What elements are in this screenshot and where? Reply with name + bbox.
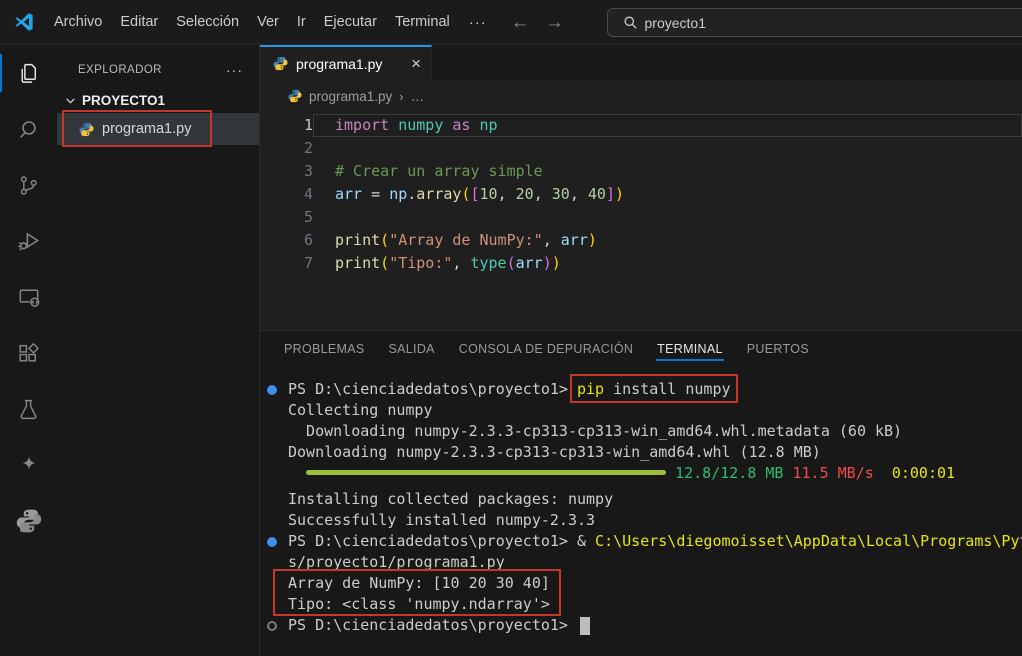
extensions-icon[interactable] xyxy=(0,325,57,381)
python-file-icon xyxy=(288,89,302,103)
code-line-5[interactable]: 5 xyxy=(260,206,1022,229)
vscode-logo-icon xyxy=(13,11,35,33)
code-line-text: print("Array de NumPy:", arr) xyxy=(313,229,1022,252)
panel-tab-consola-de-depuraci-n[interactable]: CONSOLA DE DEPURACIÓN xyxy=(447,331,645,367)
line-number: 7 xyxy=(260,252,313,275)
sidebar-more-button[interactable]: ··· xyxy=(226,62,243,78)
terminal-line: 12.8/12.8 MB 11.5 MB/s 0:00:01 xyxy=(266,463,1022,484)
code-line-2[interactable]: 2 xyxy=(260,137,1022,160)
terminal-line: Successfully installed numpy-2.3.3 xyxy=(266,510,1022,531)
menu-ver[interactable]: Ver xyxy=(248,14,288,30)
menu-ejecutar[interactable]: Ejecutar xyxy=(315,14,386,30)
sidebar-title: EXPLORADOR xyxy=(78,64,162,76)
panel-tab-puertos[interactable]: PUERTOS xyxy=(735,331,821,367)
folder-proyecto1[interactable]: PROYECTO1 xyxy=(57,87,259,113)
tab-label: programa1.py xyxy=(296,56,382,72)
sidebar-header: EXPLORADOR ··· xyxy=(57,45,259,87)
command-center-search[interactable]: proyecto1 xyxy=(607,8,1022,37)
breadcrumb[interactable]: programa1.py › … xyxy=(260,81,1022,111)
code-line-7[interactable]: 7print("Tipo:", type(arr)) xyxy=(260,252,1022,275)
line-number: 5 xyxy=(260,206,313,229)
terminal-line: Tipo: <class 'numpy.ndarray'> xyxy=(266,594,1022,615)
terminal-cursor xyxy=(580,617,590,635)
terminal-line: Collecting numpy xyxy=(266,400,1022,421)
search-project-label: proyecto1 xyxy=(645,15,706,31)
terminal-line: PS D:\cienciadedatos\proyecto1> & C:\Use… xyxy=(266,531,1022,552)
line-number: 4 xyxy=(260,183,313,206)
vscode-window: ArchivoEditarSelecciónVerIrEjecutarTermi… xyxy=(0,0,1022,656)
tab-bar: programa1.py × xyxy=(260,45,1022,81)
command-decoration-dot xyxy=(267,537,277,547)
menu-ir[interactable]: Ir xyxy=(288,14,315,30)
copilot-sparkle-icon[interactable] xyxy=(0,437,57,493)
history-nav: ← → xyxy=(511,13,564,32)
menu-more-button[interactable]: ··· xyxy=(459,14,497,31)
editor-group: programa1.py × programa1.py › … 1import … xyxy=(260,45,1022,656)
terminal[interactable]: PS D:\cienciadedatos\proyecto1> pip inst… xyxy=(260,367,1022,656)
menu-archivo[interactable]: Archivo xyxy=(45,14,111,30)
terminal-line: Downloading numpy-2.3.3-cp313-cp313-win_… xyxy=(266,421,1022,442)
bottom-panel: PROBLEMASSALIDACONSOLA DE DEPURACIÓNTERM… xyxy=(260,330,1022,656)
close-tab-icon[interactable]: × xyxy=(411,55,421,72)
code-line-4[interactable]: 4arr = np.array([10, 20, 30, 40]) xyxy=(260,183,1022,206)
menu-bar: ArchivoEditarSelecciónVerIrEjecutarTermi… xyxy=(45,14,459,30)
line-number: 6 xyxy=(260,229,313,252)
forward-arrow-icon[interactable]: → xyxy=(545,13,564,32)
panel-tab-salida[interactable]: SALIDA xyxy=(377,331,447,367)
code-line-text: # Crear un array simple xyxy=(313,160,1022,183)
file-item-programa1-py[interactable]: programa1.py xyxy=(57,113,259,145)
chevron-right-icon: › xyxy=(399,89,403,104)
source-control-icon[interactable] xyxy=(0,157,57,213)
python-file-icon xyxy=(273,56,288,71)
command-decoration-dot xyxy=(267,385,277,395)
python-extension-icon[interactable] xyxy=(0,493,57,549)
panel-tab-bar: PROBLEMASSALIDACONSOLA DE DEPURACIÓNTERM… xyxy=(260,331,1022,367)
code-line-text: print("Tipo:", type(arr)) xyxy=(313,252,1022,275)
code-line-text xyxy=(313,206,1022,229)
terminal-line: Downloading numpy-2.3.3-cp313-cp313-win_… xyxy=(266,442,1022,463)
folder-name: PROYECTO1 xyxy=(82,93,165,108)
menu-selecci-n[interactable]: Selección xyxy=(167,14,248,30)
line-number: 1 xyxy=(260,114,313,137)
terminal-line: Array de NumPy: [10 20 30 40] xyxy=(266,573,1022,594)
search-sidebar-icon[interactable] xyxy=(0,101,57,157)
code-line-text xyxy=(313,137,1022,160)
code-editor[interactable]: 1import numpy as np23# Crear un array si… xyxy=(260,111,1022,330)
panel-tab-terminal[interactable]: TERMINAL xyxy=(645,331,735,367)
line-number: 3 xyxy=(260,160,313,183)
title-bar: ArchivoEditarSelecciónVerIrEjecutarTermi… xyxy=(0,0,1022,45)
terminal-line: Installing collected packages: numpy xyxy=(266,489,1022,510)
code-line-3[interactable]: 3# Crear un array simple xyxy=(260,160,1022,183)
code-line-text: arr = np.array([10, 20, 30, 40]) xyxy=(313,183,1022,206)
terminal-line: s/proyecto1/programa1.py xyxy=(266,552,1022,573)
code-line-6[interactable]: 6print("Array de NumPy:", arr) xyxy=(260,229,1022,252)
activity-bar xyxy=(0,45,57,656)
line-number: 2 xyxy=(260,137,313,160)
breadcrumb-file[interactable]: programa1.py xyxy=(309,89,392,104)
terminal-line: PS D:\cienciadedatos\proyecto1> xyxy=(266,615,1022,636)
breadcrumb-more[interactable]: … xyxy=(411,89,425,104)
code-line-1[interactable]: 1import numpy as np xyxy=(260,114,1022,137)
chevron-down-icon xyxy=(64,94,77,107)
search-icon xyxy=(623,15,638,30)
explorer-icon[interactable] xyxy=(0,45,57,101)
terminal-line: PS D:\cienciadedatos\proyecto1> pip inst… xyxy=(266,379,1022,400)
testing-icon[interactable] xyxy=(0,381,57,437)
back-arrow-icon[interactable]: ← xyxy=(511,13,530,32)
prompt-decoration-circle xyxy=(267,621,277,631)
tab-programa1-py[interactable]: programa1.py × xyxy=(260,45,432,80)
menu-terminal[interactable]: Terminal xyxy=(386,14,459,30)
code-line-text: import numpy as np xyxy=(313,114,1022,137)
python-file-icon xyxy=(79,122,94,137)
menu-editar[interactable]: Editar xyxy=(111,14,167,30)
file-name: programa1.py xyxy=(102,121,191,137)
explorer-sidebar: EXPLORADOR ··· PROYECTO1 programa1.py xyxy=(57,45,260,656)
download-progress-bar xyxy=(306,470,666,475)
remote-explorer-icon[interactable] xyxy=(0,269,57,325)
run-debug-icon[interactable] xyxy=(0,213,57,269)
panel-tab-problemas[interactable]: PROBLEMAS xyxy=(272,331,377,367)
